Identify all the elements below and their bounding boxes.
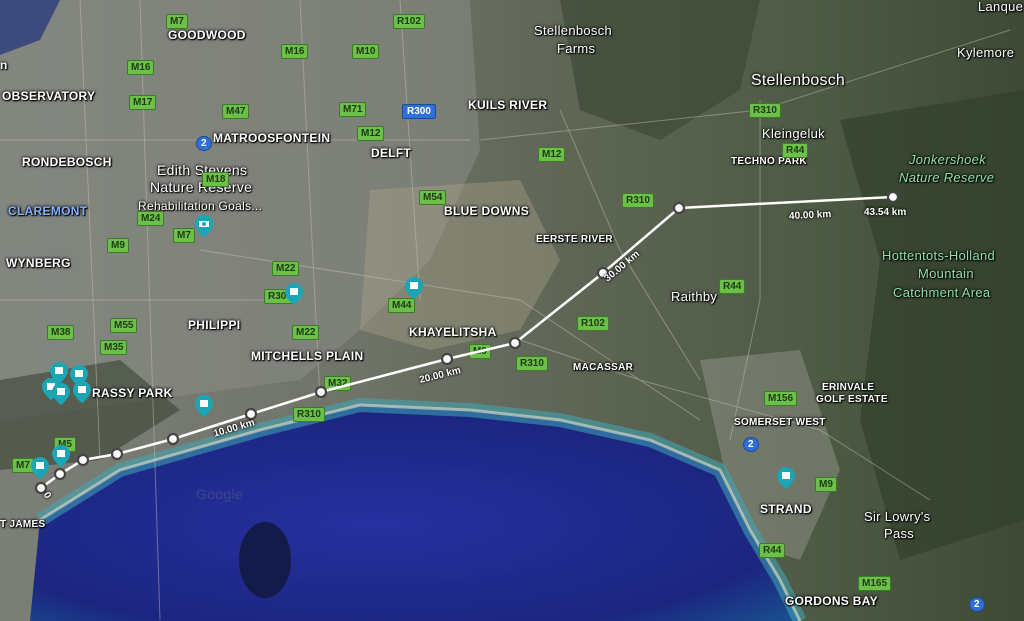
- measure-vertices[interactable]: [34, 190, 900, 495]
- google-watermark: Google: [196, 486, 243, 502]
- measure-line: [40, 195, 894, 490]
- measure-distance-path[interactable]: [0, 0, 1024, 621]
- measure-vertex[interactable]: [314, 385, 328, 399]
- distance-label: 40.00 km: [788, 208, 832, 223]
- measure-vertex[interactable]: [508, 336, 522, 350]
- measure-vertex[interactable]: [166, 432, 180, 446]
- measure-vertex[interactable]: [110, 447, 124, 461]
- measure-vertex[interactable]: [76, 453, 90, 467]
- measure-endpoint[interactable]: [886, 190, 900, 204]
- measure-vertex[interactable]: [672, 201, 686, 215]
- measure-vertex[interactable]: [34, 481, 48, 495]
- distance-total-label: 43.54 km: [864, 207, 907, 218]
- measure-vertex[interactable]: [440, 352, 454, 366]
- satellite-map[interactable]: GOODWOOD OBSERVATORY RONDEBOSCH CLAREMON…: [0, 0, 1024, 621]
- measure-vertex[interactable]: [53, 467, 67, 481]
